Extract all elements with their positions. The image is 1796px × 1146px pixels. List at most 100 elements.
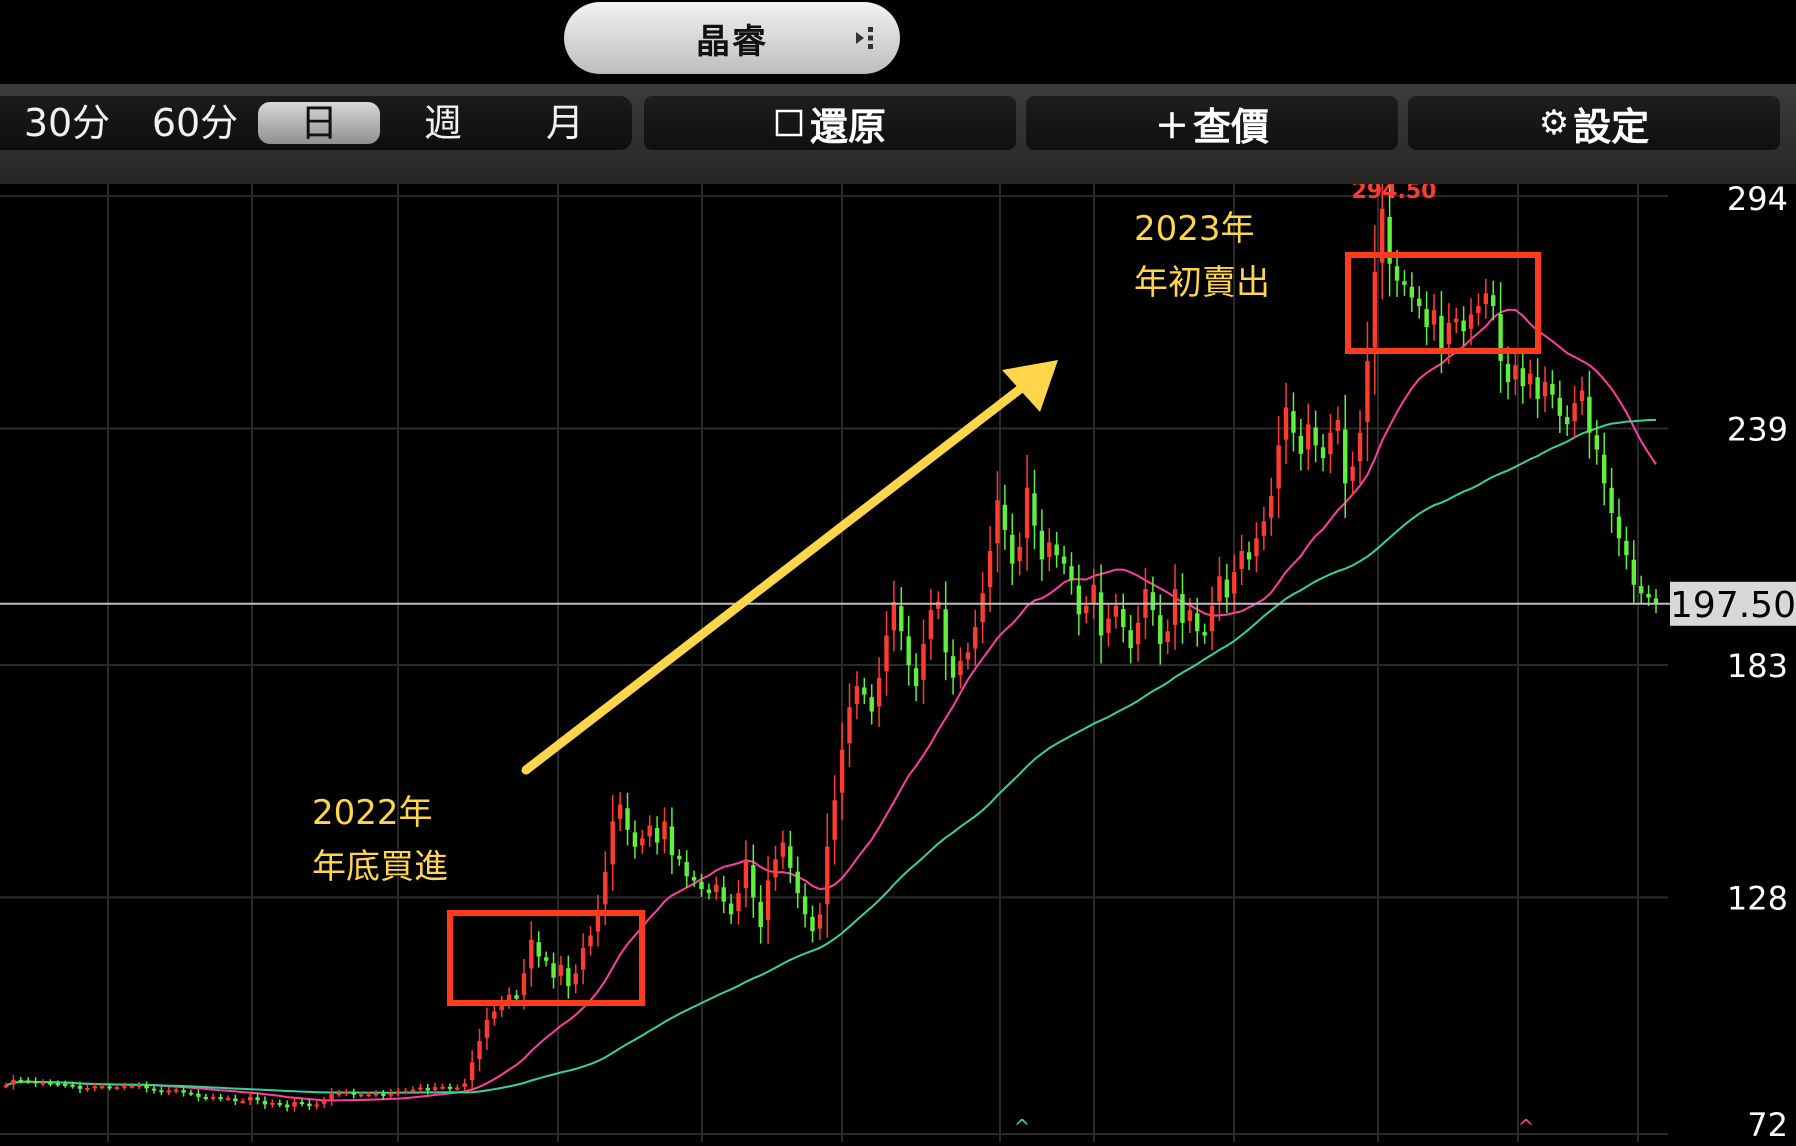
candle-body-196 <box>1454 318 1459 323</box>
candle-body-176 <box>1306 424 1311 450</box>
candle-body-76 <box>566 968 571 987</box>
candle-body-156 <box>1158 615 1163 644</box>
restore-button[interactable]: 還原 <box>644 96 1016 150</box>
candle-body-207 <box>1535 377 1540 399</box>
candle-body-197 <box>1461 320 1466 332</box>
candle-body-59 <box>440 1086 445 1089</box>
candle-body-192 <box>1424 309 1429 328</box>
candle-body-167 <box>1239 550 1244 569</box>
candle-body-114 <box>847 707 852 744</box>
candle-body-116 <box>862 687 867 695</box>
candle-body-79 <box>588 935 593 947</box>
candle-body-13 <box>99 1086 105 1089</box>
candle-body-198 <box>1468 314 1474 329</box>
candle-body-208 <box>1542 382 1548 397</box>
candle-body-174 <box>1291 411 1296 433</box>
candle-body-25 <box>188 1092 194 1095</box>
candle-body-195 <box>1446 322 1452 345</box>
candlestick-chart[interactable]: 2022年 年底買進 2023年 年初賣出 294.50 197.50 ^ ^ … <box>0 172 1796 1144</box>
candle-body-182 <box>1350 466 1355 481</box>
candle-body-152 <box>1128 630 1133 649</box>
candle-body-70 <box>521 973 527 996</box>
candle-body-145 <box>1076 585 1082 615</box>
settings-button[interactable]: ⚙ 設定 <box>1408 96 1780 150</box>
candle-body-89 <box>662 821 667 840</box>
candle-body-183 <box>1357 432 1363 462</box>
candle-body-133 <box>987 550 993 587</box>
candle-body-193 <box>1431 310 1437 325</box>
candle-body-146 <box>1084 605 1089 614</box>
period-60min[interactable]: 60分 <box>140 96 250 150</box>
candle-body-135 <box>1002 504 1008 530</box>
candle-body-63 <box>469 1062 475 1081</box>
candle-body-218 <box>1616 516 1622 539</box>
period-month[interactable]: 月 <box>510 96 620 150</box>
candle-body-217 <box>1609 487 1614 513</box>
candle-body-34 <box>255 1097 260 1101</box>
candle-body-2 <box>18 1079 23 1082</box>
candle-body-173 <box>1283 407 1289 440</box>
candle-body-184 <box>1365 360 1370 422</box>
candle-body-155 <box>1150 592 1156 611</box>
candle-body-122 <box>906 636 911 666</box>
candle-body-14 <box>107 1086 112 1089</box>
candle-body-43 <box>321 1101 327 1104</box>
candle-body-86 <box>640 838 645 846</box>
candle-body-170 <box>1261 521 1267 536</box>
candle-body-212 <box>1572 403 1577 422</box>
candle-body-165 <box>1224 579 1230 598</box>
marker-caret-pink: ^ <box>1518 1115 1535 1139</box>
candle-body-27 <box>203 1096 208 1099</box>
candle-body-31 <box>233 1098 238 1102</box>
candle-body-72 <box>536 942 541 957</box>
candle-body-220 <box>1631 559 1637 585</box>
candle-body-64 <box>477 1041 482 1060</box>
candle-body-149 <box>1106 618 1111 633</box>
kebab-menu-icon[interactable] <box>856 24 878 52</box>
candle-body-8 <box>62 1083 68 1086</box>
candle-body-163 <box>1209 605 1215 632</box>
candle-body-48 <box>358 1094 364 1097</box>
period-day[interactable]: 日 <box>258 96 380 150</box>
candle-body-32 <box>240 1101 245 1104</box>
period-week[interactable]: 週 <box>388 96 498 150</box>
candle-body-92 <box>684 861 689 877</box>
candle-body-18 <box>136 1084 142 1087</box>
candle-body-62 <box>462 1083 467 1087</box>
candle-body-144 <box>1069 566 1074 581</box>
candle-body-180 <box>1335 420 1341 431</box>
candle-body-1 <box>11 1079 16 1085</box>
candle-body-85 <box>632 832 638 847</box>
restore-label: 還原 <box>809 104 886 149</box>
plus-icon: ＋ <box>1154 106 1189 147</box>
candle-body-52 <box>388 1093 393 1096</box>
candle-body-219 <box>1624 540 1629 556</box>
candle-body-91 <box>677 855 682 860</box>
candle-body-221 <box>1639 586 1644 594</box>
candle-body-109 <box>810 916 815 932</box>
candle-body-61 <box>455 1087 460 1090</box>
marker-caret-green: ^ <box>1014 1115 1031 1139</box>
candle-body-172 <box>1276 445 1281 489</box>
candle-body-12 <box>92 1086 97 1089</box>
price-chart[interactable]: 2022年 年底買進 2023年 年初賣出 294.50 197.50 ^ ^ … <box>0 172 1796 1144</box>
candle-body-210 <box>1557 397 1563 416</box>
candle-body-77 <box>573 973 578 985</box>
candle-body-161 <box>1195 613 1200 632</box>
candle-body-201 <box>1491 295 1496 306</box>
candle-body-110 <box>817 914 823 929</box>
stock-selector-button[interactable]: 晶睿 <box>564 2 900 74</box>
candle-body-136 <box>1010 534 1015 564</box>
candle-body-203 <box>1505 364 1511 382</box>
add-quote-button[interactable]: ＋ 查價 <box>1026 96 1398 150</box>
candle-body-37 <box>277 1102 282 1105</box>
period-30min[interactable]: 30分 <box>12 96 122 150</box>
candle-body-159 <box>1180 594 1185 623</box>
candle-body-200 <box>1483 293 1489 305</box>
candle-body-45 <box>336 1093 342 1096</box>
candle-body-74 <box>551 963 556 978</box>
candle-body-22 <box>166 1090 171 1093</box>
candle-body-189 <box>1402 281 1407 285</box>
candle-body-20 <box>151 1088 157 1091</box>
candle-body-50 <box>373 1093 379 1096</box>
